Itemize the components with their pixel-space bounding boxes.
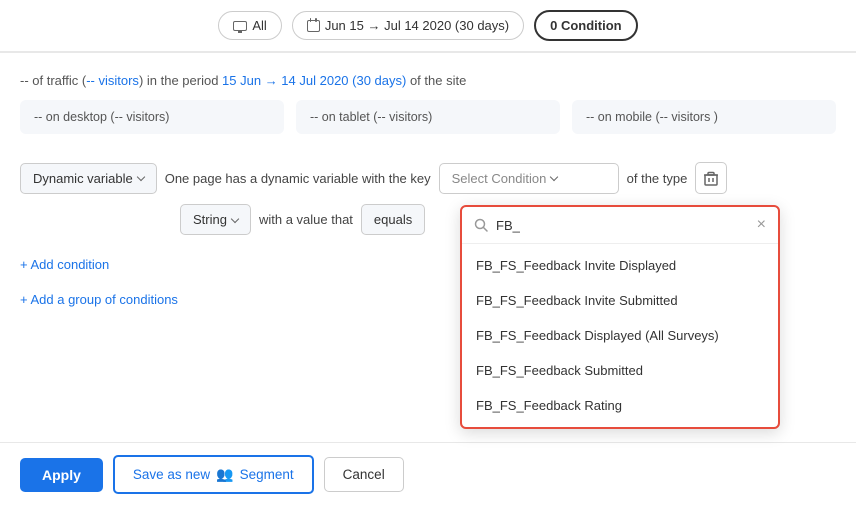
tablet-box: -- on tablet (-- visitors) (296, 100, 560, 134)
condition-button[interactable]: 0 Condition (534, 10, 638, 41)
condition-row-1: Dynamic variable One page has a dynamic … (20, 162, 836, 194)
add-group-link[interactable]: + Add a group of conditions (20, 284, 178, 315)
dropdown-item-3[interactable]: FB_FS_Feedback Submitted (462, 353, 778, 388)
equals-label: equals (374, 212, 412, 227)
apply-button[interactable]: Apply (20, 458, 103, 492)
top-bar: All Jun 15 → Jul 14 2020 (30 days) 0 Con… (0, 0, 856, 52)
device-stats: -- on desktop (-- visitors) -- on tablet… (0, 100, 856, 150)
summary-suffix: of the site (406, 73, 466, 88)
dropdown-item-0[interactable]: FB_FS_Feedback Invite Displayed (462, 248, 778, 283)
summary-middle: ) in the period (139, 73, 222, 88)
delete-condition-button[interactable] (695, 162, 727, 194)
date-range-label: Jun 15 → Jul 14 2020 (30 days) (325, 18, 509, 33)
people-icon: 👥 (216, 466, 233, 483)
dropdown-search-area: × (462, 207, 778, 244)
dropdown-item-4[interactable]: FB_FS_Feedback Rating (462, 388, 778, 423)
tablet-label: -- on tablet (-- visitors) (310, 110, 432, 124)
date-link[interactable]: 15 Jun → 14 Jul 2020 (30 days) (222, 73, 406, 88)
string-chevron-icon (231, 214, 239, 222)
add-condition-link[interactable]: + Add condition (20, 249, 109, 280)
all-button[interactable]: All (218, 11, 281, 40)
bottom-actions: Apply Save as new 👥 Segment Cancel (0, 442, 856, 506)
value-label: with a value that (259, 212, 353, 227)
calendar-icon (307, 20, 320, 32)
string-type-button[interactable]: String (180, 204, 251, 235)
close-dropdown-icon[interactable]: × (757, 217, 766, 233)
select-condition-placeholder: Select Condition (452, 171, 547, 186)
condition-main-text: One page has a dynamic variable with the… (165, 171, 431, 186)
trash-icon (704, 171, 718, 186)
visitors-link[interactable]: -- visitors (86, 73, 139, 88)
all-label: All (252, 18, 266, 33)
page-wrapper: All Jun 15 → Jul 14 2020 (30 days) 0 Con… (0, 0, 856, 506)
desktop-box: -- on desktop (-- visitors) (20, 100, 284, 134)
condition-area: Dynamic variable One page has a dynamic … (0, 150, 856, 327)
summary-row: -- of traffic (-- visitors) in the perio… (0, 61, 856, 100)
dropdown-list: FB_FS_Feedback Invite Displayed FB_FS_Fe… (462, 244, 778, 427)
top-divider (0, 52, 856, 53)
summary-prefix: -- of traffic ( (20, 73, 86, 88)
cancel-button[interactable]: Cancel (324, 457, 404, 492)
condition-dropdown: × FB_FS_Feedback Invite Displayed FB_FS_… (460, 205, 780, 429)
save-segment-text-1: Save as new (133, 467, 210, 482)
search-icon (474, 218, 488, 232)
select-condition-button[interactable]: Select Condition (439, 163, 619, 194)
string-label: String (193, 212, 227, 227)
save-segment-button[interactable]: Save as new 👥 Segment (113, 455, 314, 494)
condition-label: 0 Condition (550, 18, 622, 33)
mobile-box: -- on mobile (-- visitors ) (572, 100, 836, 134)
select-chevron-icon (550, 173, 558, 181)
type-label: of the type (627, 171, 688, 186)
save-segment-text-2: Segment (240, 467, 294, 482)
mobile-label: -- on mobile (-- visitors ) (586, 110, 718, 124)
equals-button[interactable]: equals (361, 204, 425, 235)
dynamic-variable-label: Dynamic variable (33, 171, 133, 186)
dropdown-item-1[interactable]: FB_FS_Feedback Invite Submitted (462, 283, 778, 318)
dropdown-search-input[interactable] (496, 218, 749, 233)
dynamic-variable-button[interactable]: Dynamic variable (20, 163, 157, 194)
monitor-icon (233, 21, 247, 31)
desktop-label: -- on desktop (-- visitors) (34, 110, 169, 124)
dropdown-item-2[interactable]: FB_FS_Feedback Displayed (All Surveys) (462, 318, 778, 353)
date-range-button[interactable]: Jun 15 → Jul 14 2020 (30 days) (292, 11, 524, 40)
chevron-down-icon (136, 173, 144, 181)
